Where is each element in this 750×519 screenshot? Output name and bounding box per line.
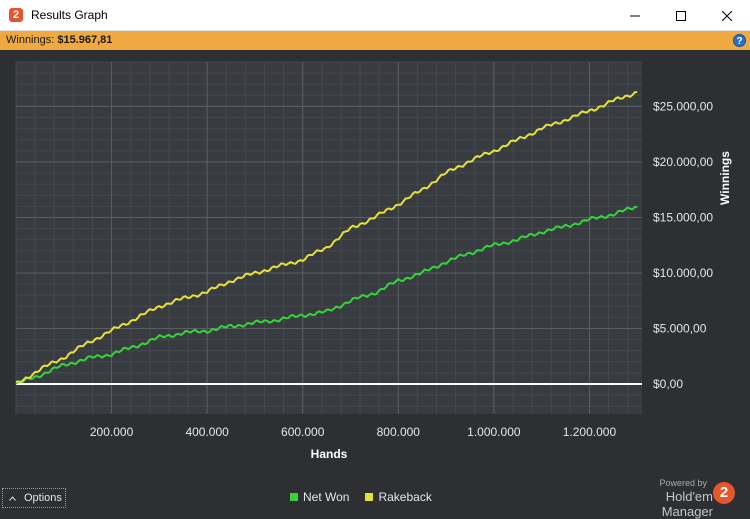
legend-item-rakeback[interactable]: Rakeback xyxy=(365,490,432,504)
hem-logo: 2 xyxy=(713,482,735,504)
x-tick-label: 800.000 xyxy=(377,425,421,439)
legend-item-net-won[interactable]: Net Won xyxy=(290,490,349,504)
legend-swatch-rakeback xyxy=(365,493,374,501)
results-chart: 200.000 400.000 600.000 800.000 1.000.000 1.2… xyxy=(15,61,732,461)
chart-legend: Net Won Rakeback xyxy=(290,490,432,504)
y-axis-title: Winnings xyxy=(718,151,732,205)
legend-label-net-won: Net Won xyxy=(303,490,350,504)
chevron-up-icon xyxy=(9,495,16,501)
options-button[interactable]: Options xyxy=(2,488,66,508)
y-tick-label: $0,00 xyxy=(653,377,683,391)
axis-layer: 200.000 400.000 600.000 800.000 1.000.000 1.2… xyxy=(90,99,732,461)
y-tick-label: $5.000,00 xyxy=(653,321,707,335)
brand-name: Hold'em Manager xyxy=(661,489,713,519)
options-label: Options xyxy=(24,492,62,504)
x-tick-label: 1.000.000 xyxy=(467,425,521,439)
x-tick-label: 600.000 xyxy=(281,425,325,439)
series-line-rakeback xyxy=(15,91,638,384)
y-tick-label: $15.000,00 xyxy=(653,210,713,224)
series-layer xyxy=(15,91,642,386)
legend-label-rakeback: Rakeback xyxy=(378,490,432,504)
powered-by-text: Powered by xyxy=(659,478,707,488)
legend-swatch-net-won xyxy=(290,493,298,501)
x-tick-label: 400.000 xyxy=(185,425,229,439)
major-grid xyxy=(16,62,642,414)
y-tick-label: $10.000,00 xyxy=(653,266,713,280)
x-axis-title: Hands xyxy=(311,447,348,461)
x-tick-label: 200.000 xyxy=(90,425,134,439)
x-tick-label: 1.200.000 xyxy=(563,425,617,439)
y-tick-label: $20.000,00 xyxy=(653,155,713,169)
results-graph-window: 2 Results Graph Winnings: $15.967,81 ? 2… xyxy=(0,0,750,519)
minor-grid xyxy=(15,61,642,414)
y-tick-label: $25.000,00 xyxy=(653,99,713,113)
powered-by-block: Powered by Hold'em Manager xyxy=(613,478,713,519)
